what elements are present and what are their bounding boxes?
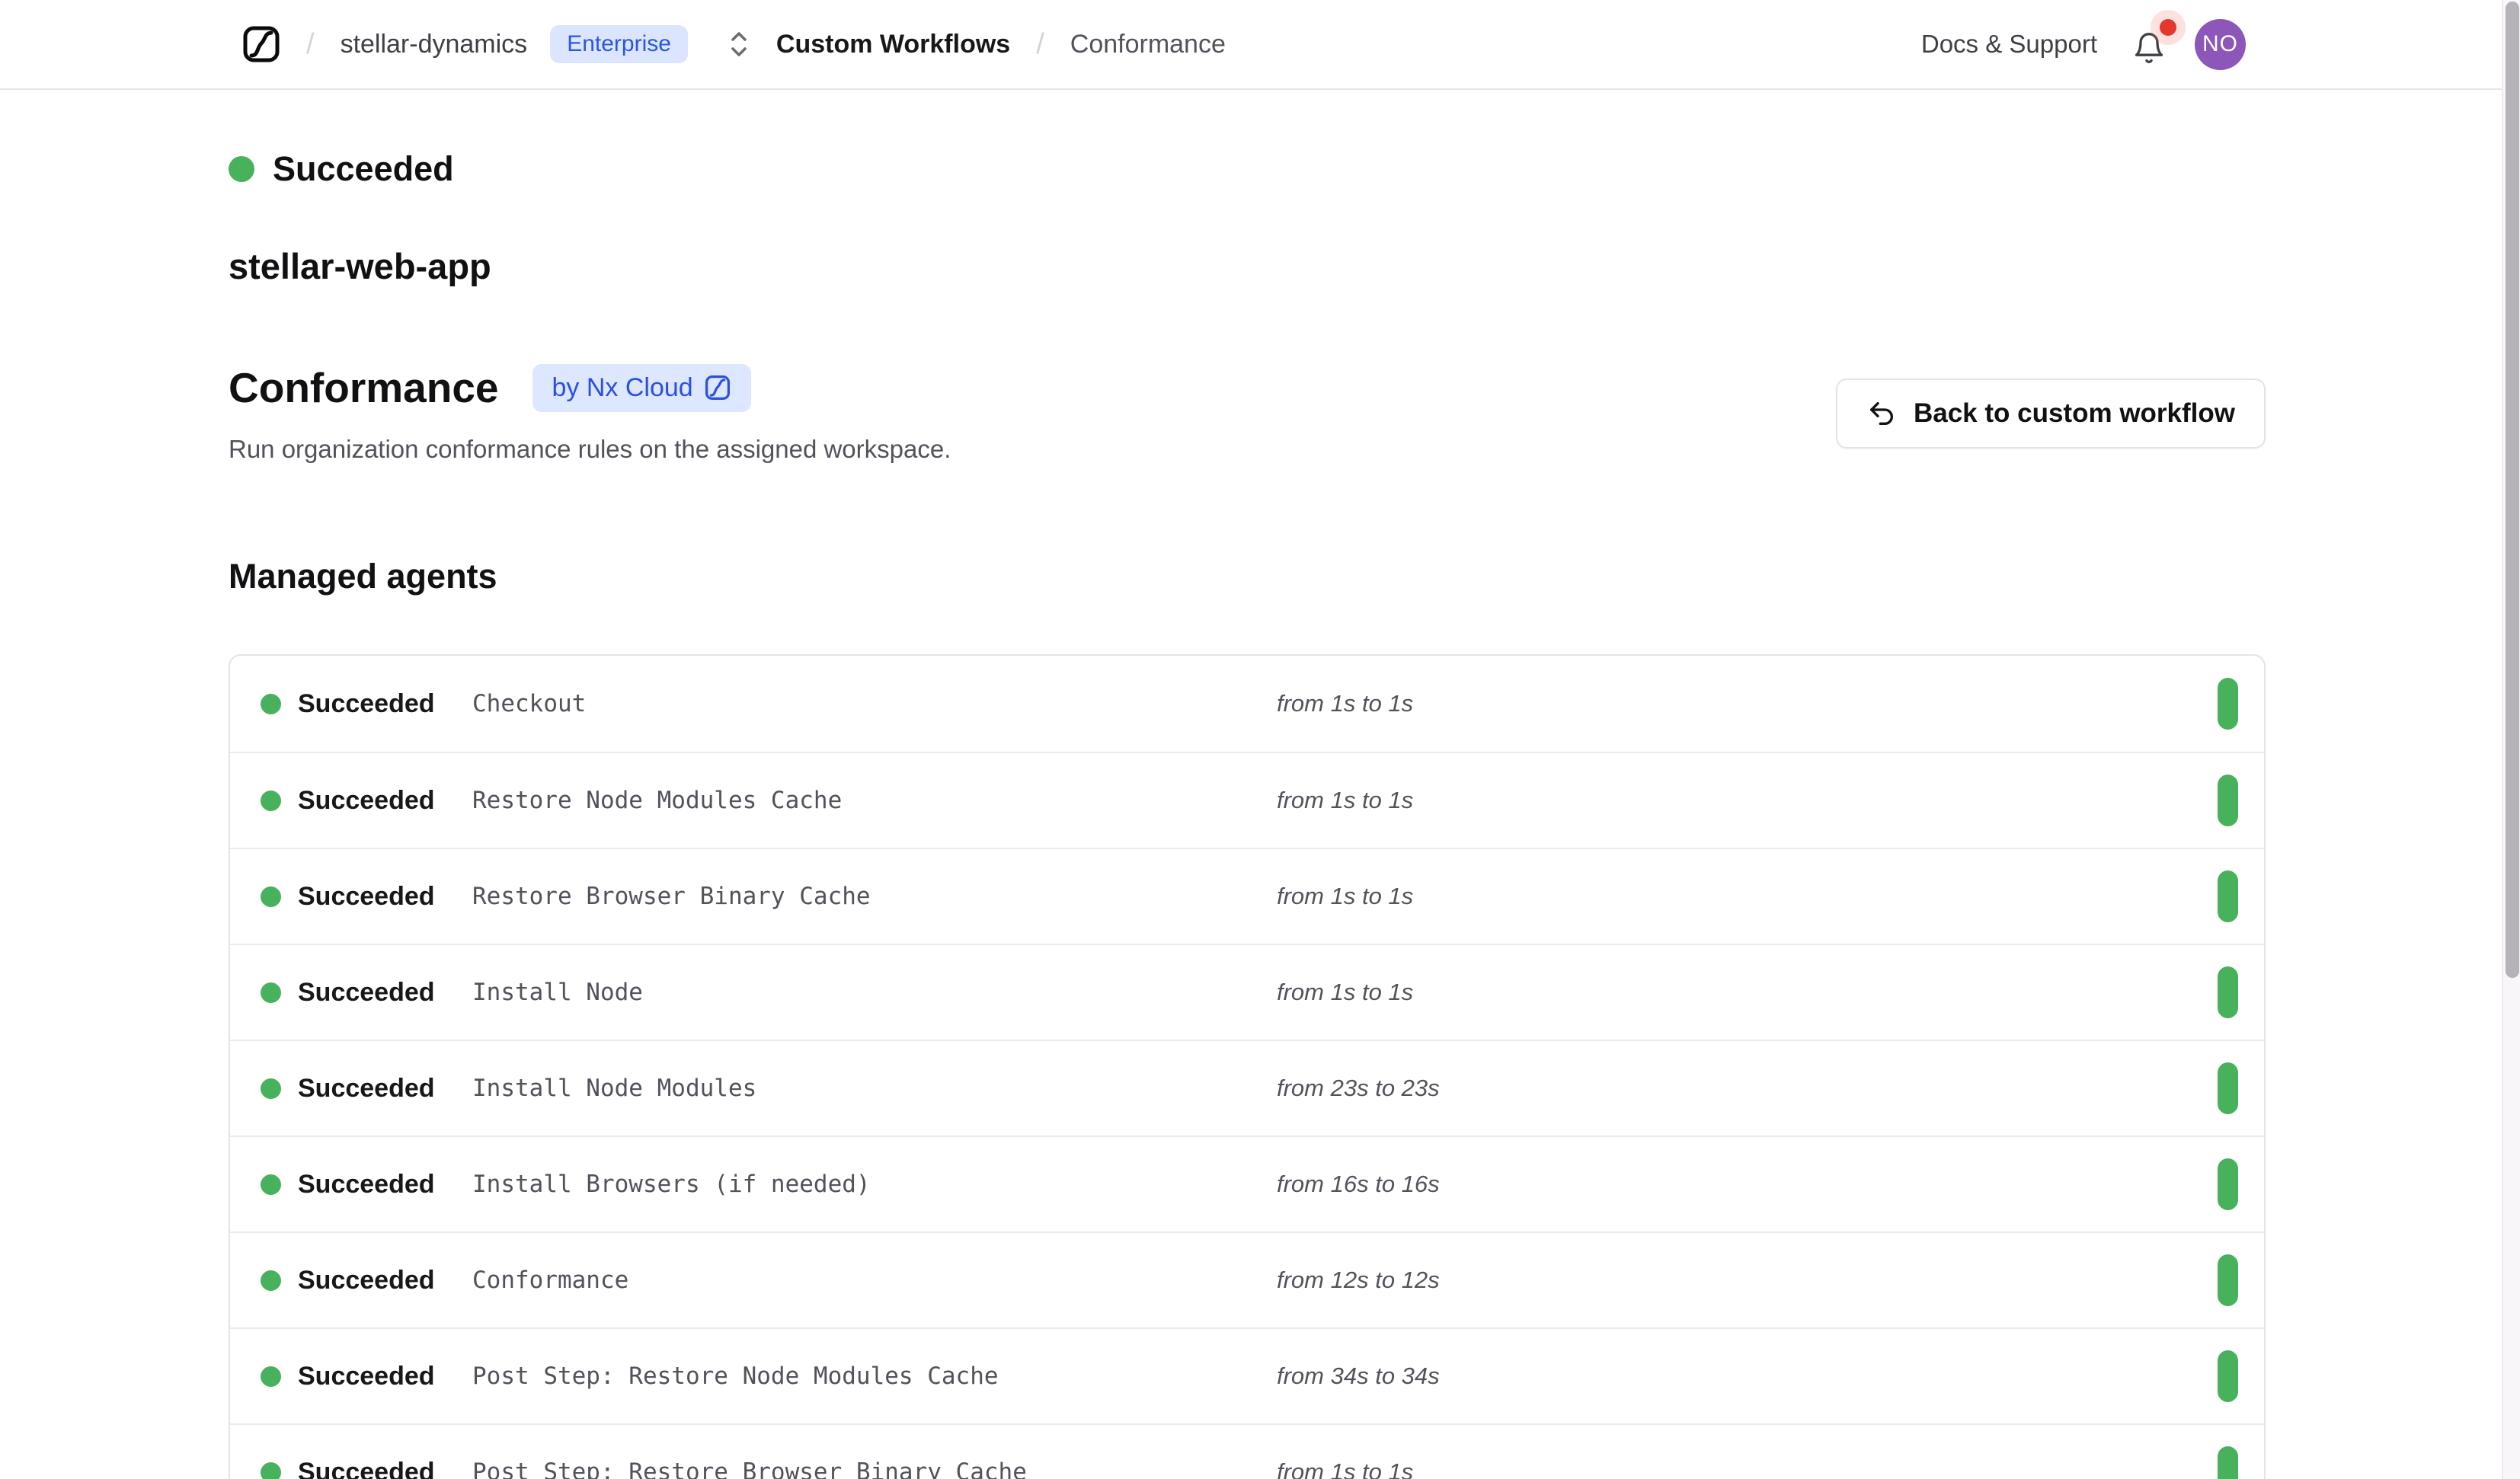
by-nx-cloud-badge[interactable]: by Nx Cloud [532,364,751,412]
workflow-header: Conformance by Nx Cloud Run organization… [229,363,2266,464]
success-dot-icon [261,1270,281,1291]
agent-step-row[interactable]: Succeeded Restore Browser Binary Cache f… [230,848,2264,944]
step-name: Install Node [472,979,1277,1006]
docs-support-link[interactable]: Docs & Support [1921,30,2097,59]
step-status: Succeeded [298,1362,472,1391]
step-name: Restore Node Modules Cache [472,787,1277,814]
success-dot-icon [261,1462,281,1479]
breadcrumb-separator: / [306,28,315,61]
step-status: Succeeded [298,1266,472,1295]
step-status: Succeeded [298,786,472,816]
duration-bar-icon [2218,1062,2238,1114]
nx-cloud-logo-icon [704,374,731,401]
header-actions: Docs & Support NO [1921,19,2246,70]
step-name: Post Step: Restore Browser Binary Cache [472,1458,1277,1479]
workflow-title: Conformance [229,363,499,412]
step-status: Succeeded [298,1074,472,1104]
chevron-up-down-icon[interactable] [724,27,753,61]
duration-bar-icon [2218,678,2238,730]
step-timing: from 1s to 1s [1277,979,2218,1006]
agent-step-row[interactable]: Succeeded Post Step: Restore Browser Bin… [230,1423,2264,1479]
notification-dot [2160,19,2176,36]
workflow-description: Run organization conformance rules on th… [229,435,951,464]
step-name: Install Browsers (if needed) [472,1171,1277,1198]
step-timing: from 23s to 23s [1277,1075,2218,1102]
step-name: Conformance [472,1267,1277,1294]
top-navigation-bar: / stellar-dynamics Enterprise Custom Wor… [0,0,2502,90]
agent-step-row[interactable]: Succeeded Post Step: Restore Node Module… [230,1327,2264,1423]
duration-bar-icon [2218,870,2238,922]
duration-bar-icon [2218,1446,2238,1479]
agent-step-row[interactable]: Succeeded Restore Node Modules Cache fro… [230,752,2264,848]
step-timing: from 12s to 12s [1277,1267,2218,1294]
managed-agents-title: Managed agents [229,557,2266,596]
step-timing: from 1s to 1s [1277,787,2218,814]
managed-agents-list: Succeeded Checkout from 1s to 1s Succeed… [229,654,2266,1479]
duration-bar-icon [2218,1158,2238,1210]
agent-step-row[interactable]: Succeeded Install Node Modules from 23s … [230,1040,2264,1136]
success-dot-icon [261,982,281,1003]
run-status-label: Succeeded [273,149,454,189]
agent-step-row[interactable]: Succeeded Conformance from 12s to 12s [230,1231,2264,1327]
main-content: Succeeded stellar-web-app Conformance by… [229,91,2266,1479]
step-timing: from 1s to 1s [1277,883,2218,910]
breadcrumb: / stellar-dynamics Enterprise Custom Wor… [242,25,1226,63]
agent-step-row[interactable]: Succeeded Checkout from 1s to 1s [230,656,2264,752]
breadcrumb-org[interactable]: stellar-dynamics [341,30,528,59]
by-nx-cloud-label: by Nx Cloud [552,373,693,403]
success-dot-icon [261,791,281,811]
step-status: Succeeded [298,1170,472,1199]
step-timing: from 1s to 1s [1277,1458,2218,1479]
duration-bar-icon [2218,775,2238,826]
back-to-custom-workflow-button[interactable]: Back to custom workflow [1836,379,2266,449]
breadcrumb-section[interactable]: Custom Workflows [776,30,1010,59]
duration-bar-icon [2218,1350,2238,1402]
workflow-heading-block: Conformance by Nx Cloud Run organization… [229,363,951,464]
agent-step-row[interactable]: Succeeded Install Node from 1s to 1s [230,944,2264,1040]
bell-icon [2132,31,2166,65]
enterprise-badge: Enterprise [550,25,688,63]
duration-bar-icon [2218,966,2238,1018]
notifications-button[interactable] [2132,25,2167,63]
success-dot-icon [261,694,281,714]
step-name: Install Node Modules [472,1075,1277,1102]
success-dot-icon [261,1366,281,1387]
success-dot-icon [261,1174,281,1195]
scrollbar-thumb[interactable] [2506,2,2519,978]
step-status: Succeeded [298,689,472,719]
step-status: Succeeded [298,978,472,1008]
agent-step-row[interactable]: Succeeded Install Browsers (if needed) f… [230,1136,2264,1231]
success-dot-icon [229,156,254,182]
success-dot-icon [261,886,281,907]
success-dot-icon [261,1078,281,1099]
step-status: Succeeded [298,882,472,912]
step-status: Succeeded [298,1458,472,1479]
breadcrumb-page: Conformance [1070,30,1226,59]
step-timing: from 1s to 1s [1277,690,2218,717]
step-name: Checkout [472,690,1277,717]
step-name: Restore Browser Binary Cache [472,883,1277,910]
avatar[interactable]: NO [2195,19,2246,70]
run-status: Succeeded [229,149,2266,189]
workspace-title: stellar-web-app [229,245,2266,287]
undo-arrow-icon [1866,398,1897,429]
app-window: / stellar-dynamics Enterprise Custom Wor… [0,0,2520,1479]
breadcrumb-separator: / [1036,28,1044,61]
scrollbar-track[interactable] [2502,0,2520,1479]
back-button-label: Back to custom workflow [1914,398,2235,429]
duration-bar-icon [2218,1254,2238,1306]
step-name: Post Step: Restore Node Modules Cache [472,1362,1277,1390]
step-timing: from 34s to 34s [1277,1362,2218,1390]
nx-cloud-logo-icon[interactable] [242,25,280,63]
step-timing: from 16s to 16s [1277,1171,2218,1198]
